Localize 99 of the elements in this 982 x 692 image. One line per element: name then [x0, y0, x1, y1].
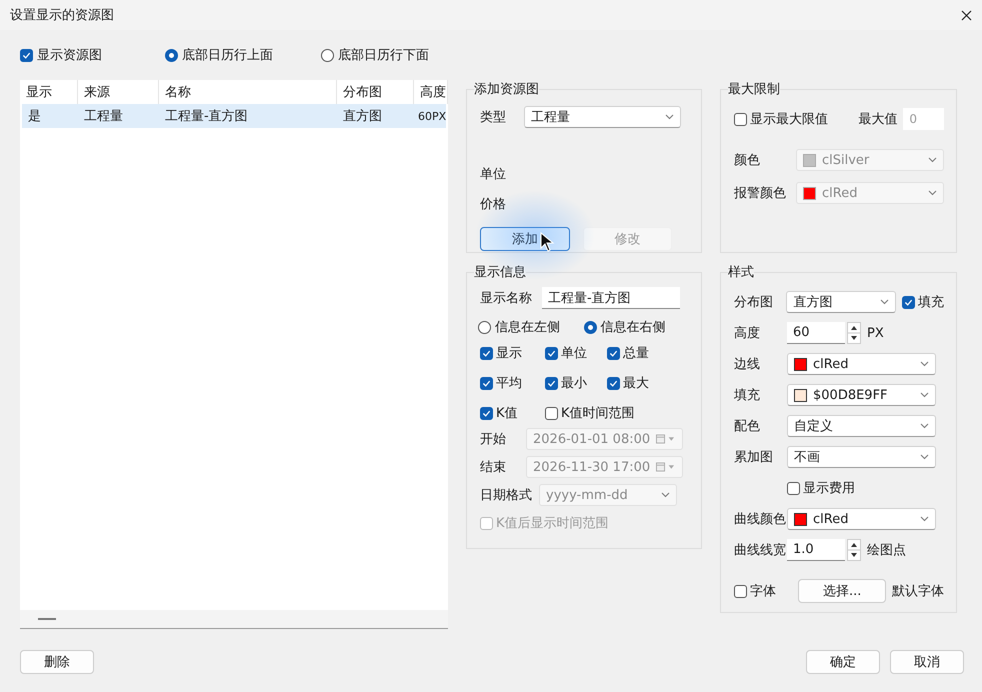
radio-label: 底部日历行下面	[338, 47, 429, 64]
table-cell-text: 60PX	[417, 108, 448, 124]
checkbox-label: 字体	[750, 583, 776, 600]
checkbox-label: 显示资源图	[37, 47, 102, 64]
add-button[interactable]: 添加	[480, 227, 570, 251]
field-label: 颜色	[734, 152, 760, 169]
field-label: 开始	[480, 431, 506, 448]
color-dropdown[interactable]: $00D8E9FF	[787, 384, 936, 406]
field-label: 曲线线宽	[734, 542, 786, 559]
chevron-icon	[920, 392, 929, 398]
chevron-icon	[920, 361, 929, 367]
dropdown[interactable]: 工程量	[524, 106, 681, 128]
radio-button[interactable]	[584, 320, 597, 334]
close-icon[interactable]	[961, 10, 972, 20]
checkbox[interactable]	[545, 406, 558, 420]
checkbox-label: 平均	[496, 375, 522, 392]
field-label: 累加图	[734, 449, 773, 466]
field-label: 类型	[480, 109, 506, 126]
checkbox-label: K值后显示时间范围	[496, 515, 609, 532]
group-title: 样式	[728, 264, 754, 281]
field-label: 报警颜色	[734, 185, 786, 202]
cursor-icon	[540, 232, 556, 252]
checkbox[interactable]	[734, 584, 747, 598]
chevron-icon	[920, 423, 929, 429]
checkbox[interactable]	[20, 48, 33, 62]
field-label: 曲线颜色	[734, 511, 786, 528]
unit-label: 绘图点	[867, 542, 906, 559]
checkbox[interactable]	[480, 376, 493, 390]
table-cell-text: 是	[27, 108, 42, 126]
chevron-icon	[928, 157, 937, 163]
radio-button[interactable]	[478, 320, 491, 334]
checkbox[interactable]	[480, 346, 493, 360]
table-cell-text: 直方图	[342, 108, 383, 126]
group-title: 显示信息	[474, 264, 526, 281]
spinner-icon[interactable]	[847, 539, 861, 561]
checkbox[interactable]	[607, 376, 620, 390]
table-cell-text: 工程量	[83, 108, 124, 126]
name-field[interactable]: 工程量-直方图	[542, 287, 680, 309]
calendar-icon	[656, 462, 676, 472]
ok-button[interactable]: 确定	[806, 650, 880, 674]
window-title: 设置显示的资源图	[10, 7, 114, 24]
checkbox[interactable]	[902, 296, 915, 308]
field-label: 显示名称	[480, 290, 532, 307]
calendar-icon	[656, 434, 676, 444]
scrollbar-thumb[interactable]	[38, 618, 56, 620]
spinner-icon[interactable]	[847, 322, 861, 344]
number-field[interactable]: 60	[787, 322, 845, 344]
checkbox[interactable]	[545, 376, 558, 390]
field-label: 配色	[734, 418, 760, 435]
font-label: 默认字体	[892, 583, 944, 600]
table-row[interactable]: 是 工程量 工程量-直方图 直方图 60PX	[22, 104, 446, 128]
field-label: 分布图	[734, 294, 773, 311]
field-label: 高度	[734, 325, 760, 342]
chevron-icon	[920, 516, 929, 522]
field-label: 填充	[734, 387, 760, 404]
radio-button[interactable]	[165, 48, 178, 62]
group-title: 添加资源图	[474, 81, 539, 98]
color-dropdown[interactable]: clRed	[787, 508, 936, 530]
checkbox[interactable]	[480, 406, 493, 420]
unit-label: PX	[867, 326, 884, 340]
dropdown[interactable]: 自定义	[787, 415, 936, 437]
delete-button[interactable]: 删除	[20, 650, 94, 674]
checkbox-label: 最小	[561, 375, 587, 392]
dropdown[interactable]: 直方图	[786, 291, 896, 313]
checkbox-label: 填充	[918, 294, 944, 311]
cancel-button[interactable]: 取消	[890, 650, 964, 674]
radio-label: 信息在右侧	[600, 319, 666, 336]
table-cell-text: 工程量-直方图	[164, 108, 249, 126]
chevron-icon	[661, 492, 670, 498]
chevron-icon	[928, 190, 937, 196]
chevron-icon	[920, 454, 929, 460]
checkbox-label: 显示最大限值	[750, 111, 828, 128]
field-label: 价格	[480, 196, 506, 213]
checkbox-label: 最大	[623, 375, 649, 392]
field-label: 最大值	[858, 111, 898, 128]
choose-button[interactable]: 选择...	[798, 579, 886, 603]
color-dropdown[interactable]: clRed	[787, 353, 936, 375]
checkbox-label: 总量	[623, 345, 649, 362]
field-label: 日期格式	[480, 487, 532, 504]
dropdown[interactable]: 不画	[787, 446, 936, 468]
checkbox[interactable]	[545, 346, 558, 360]
radio-label: 底部日历行上面	[182, 47, 273, 64]
radio-button[interactable]	[321, 48, 334, 62]
checkbox-label: 显示费用	[803, 480, 855, 497]
checkbox[interactable]	[734, 112, 747, 126]
radio-label: 信息在左侧	[495, 319, 560, 336]
chevron-icon	[665, 114, 674, 120]
number-field[interactable]: 1.0	[787, 539, 845, 561]
checkbox-label: 显示	[496, 345, 522, 362]
field-label: 边线	[734, 356, 760, 373]
group-title: 最大限制	[728, 81, 780, 98]
field-label: 结束	[480, 459, 506, 476]
checkbox[interactable]	[787, 482, 800, 494]
checkbox-label: K值	[496, 405, 518, 422]
field-label: 单位	[480, 166, 506, 183]
checkbox-label: K值时间范围	[561, 405, 635, 422]
chevron-icon	[880, 299, 889, 305]
checkbox-label: 单位	[561, 345, 587, 362]
checkbox[interactable]	[607, 346, 620, 360]
